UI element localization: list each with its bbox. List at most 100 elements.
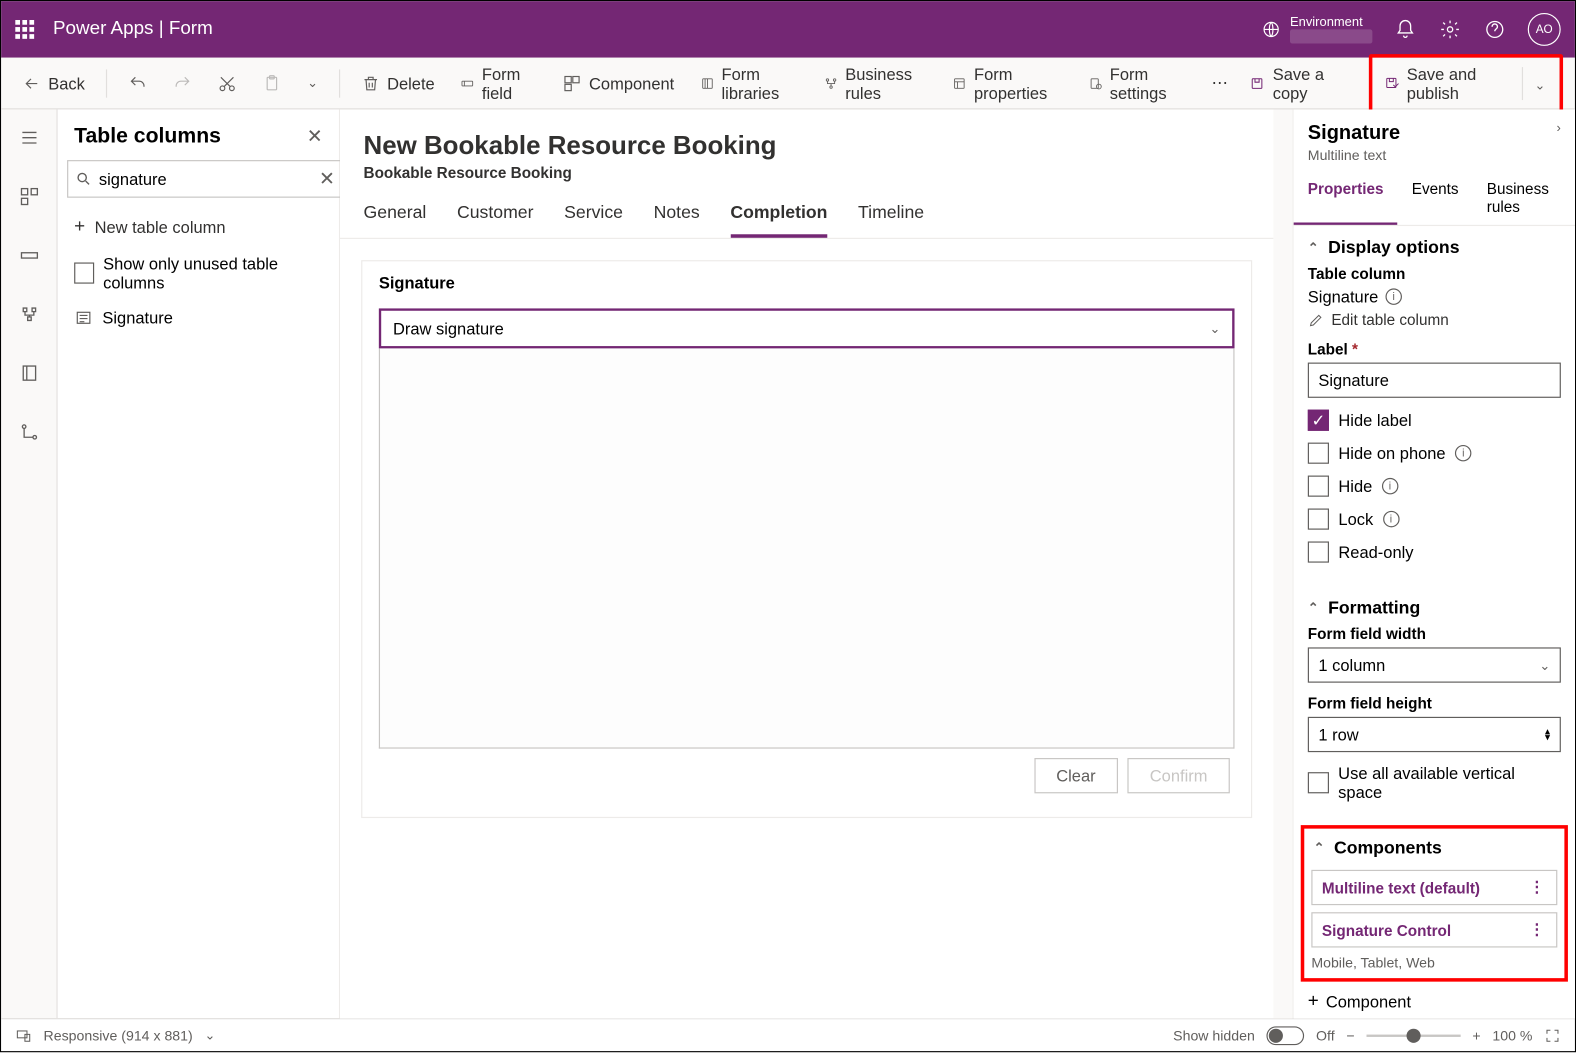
column-item-signature[interactable]: Signature: [67, 299, 329, 337]
hide-label-checkbox[interactable]: ✓Hide label: [1308, 410, 1561, 431]
rail-form-field[interactable]: [10, 237, 48, 275]
form-settings-icon: [1088, 74, 1102, 93]
notifications-icon[interactable]: [1394, 18, 1418, 42]
column-search-input[interactable]: [99, 169, 312, 188]
rail-hamburger[interactable]: [10, 119, 48, 157]
rail-rules[interactable]: [10, 413, 48, 451]
back-button[interactable]: Back: [13, 67, 94, 100]
paste-chevron[interactable]: ⌄: [298, 68, 328, 97]
multiline-text-icon: [74, 308, 93, 327]
signature-field[interactable]: Draw signature ⌄ Clear Confirm: [379, 308, 1235, 800]
prop-subtitle: Multiline text: [1294, 147, 1575, 171]
responsive-label[interactable]: Responsive (914 x 881): [44, 1027, 193, 1043]
tab-timeline[interactable]: Timeline: [858, 202, 924, 237]
signature-canvas[interactable]: [379, 348, 1235, 748]
new-column-label: New table column: [95, 218, 226, 237]
component-signature-control[interactable]: Signature Control ⋮: [1311, 912, 1557, 947]
fit-screen-icon[interactable]: [1544, 1027, 1560, 1043]
business-rules-button[interactable]: Business rules: [814, 57, 936, 109]
form-properties-button[interactable]: Form properties: [943, 57, 1072, 109]
responsive-chevron[interactable]: ⌄: [205, 1028, 216, 1043]
user-avatar[interactable]: AO: [1528, 13, 1561, 46]
zoom-in-button[interactable]: +: [1472, 1027, 1480, 1043]
back-label: Back: [48, 74, 85, 93]
hide-on-phone-checkbox[interactable]: Hide on phonei: [1308, 443, 1561, 464]
save-copy-button[interactable]: Save a copy: [1240, 57, 1362, 109]
component-more-icon[interactable]: ⋮: [1529, 920, 1547, 939]
info-icon[interactable]: i: [1385, 288, 1401, 304]
tab-notes[interactable]: Notes: [654, 202, 700, 237]
app-title: Power Apps | Form: [53, 19, 213, 40]
environment-picker[interactable]: Environment: [1262, 15, 1373, 43]
delete-label: Delete: [387, 74, 435, 93]
prop-tab-events[interactable]: Events: [1397, 171, 1472, 225]
clear-button[interactable]: Clear: [1034, 758, 1118, 793]
show-unused-toggle[interactable]: Show only unused table columns: [67, 247, 329, 299]
prop-tab-business-rules[interactable]: Business rules: [1473, 171, 1575, 225]
rail-components[interactable]: [10, 178, 48, 216]
rail-tree[interactable]: [10, 295, 48, 333]
undo-button[interactable]: [119, 67, 157, 100]
expand-panel-icon[interactable]: ›: [1556, 121, 1560, 135]
hide-checkbox[interactable]: Hidei: [1308, 476, 1561, 497]
save-publish-label: Save and publish: [1407, 64, 1512, 102]
zoom-out-button[interactable]: −: [1346, 1027, 1354, 1043]
components-header[interactable]: ⌃Components: [1311, 833, 1557, 862]
paste-button[interactable]: [253, 67, 291, 100]
field-width-select[interactable]: 1 column⌄: [1308, 647, 1561, 682]
save-publish-icon: [1384, 74, 1400, 93]
clear-search-button[interactable]: ✕: [319, 167, 335, 191]
components-highlight: ⌃Components Multiline text (default) ⋮ S…: [1301, 825, 1568, 982]
close-panel-button[interactable]: ✕: [307, 124, 323, 148]
redo-button[interactable]: [163, 67, 201, 100]
label-input[interactable]: [1308, 363, 1561, 398]
lock-checkbox[interactable]: Locki: [1308, 508, 1561, 529]
read-only-checkbox[interactable]: Read-only: [1308, 541, 1561, 562]
form-field-button[interactable]: Form field: [451, 57, 546, 109]
tab-service[interactable]: Service: [564, 202, 623, 237]
save-copy-icon: [1249, 74, 1265, 93]
delete-button[interactable]: Delete: [352, 67, 444, 100]
tab-completion[interactable]: Completion: [730, 202, 827, 237]
confirm-button[interactable]: Confirm: [1128, 758, 1230, 793]
formatting-header[interactable]: ⌃Formatting: [1308, 598, 1561, 618]
field-height-select[interactable]: 1 row▴▾: [1308, 717, 1561, 752]
command-bar: Back ⌄ Delete Form field Component: [1, 58, 1575, 110]
save-publish-button[interactable]: Save and publish: [1375, 57, 1522, 109]
form-libraries-button[interactable]: Form libraries: [691, 57, 808, 109]
tab-general[interactable]: General: [364, 202, 427, 237]
business-rules-label: Business rules: [845, 64, 926, 102]
edit-table-column-link[interactable]: Edit table column: [1308, 311, 1561, 329]
help-icon[interactable]: [1483, 18, 1507, 42]
info-icon[interactable]: i: [1382, 511, 1398, 527]
add-component-button[interactable]: + Component: [1294, 982, 1575, 1018]
component-multiline[interactable]: Multiline text (default) ⋮: [1311, 870, 1557, 905]
app-launcher-icon[interactable]: [15, 20, 34, 39]
rail-library[interactable]: [10, 354, 48, 392]
signature-section[interactable]: Signature Draw signature ⌄ Clear Confirm: [361, 260, 1252, 818]
chevron-down-icon: ⌄: [1210, 321, 1221, 336]
settings-icon[interactable]: [1438, 18, 1462, 42]
environment-name-redacted: [1290, 29, 1372, 43]
component-button[interactable]: Component: [554, 67, 684, 100]
show-hidden-toggle[interactable]: [1267, 1026, 1305, 1045]
display-options-header[interactable]: ⌃Display options: [1308, 238, 1561, 258]
zoom-slider[interactable]: [1366, 1034, 1460, 1036]
save-publish-chevron[interactable]: ⌄: [1522, 67, 1558, 100]
component-more-icon[interactable]: ⋮: [1529, 878, 1547, 897]
form-settings-button[interactable]: Form settings: [1079, 57, 1195, 109]
info-icon[interactable]: i: [1455, 445, 1471, 461]
new-table-column-button[interactable]: + New table column: [67, 207, 329, 247]
draw-signature-header[interactable]: Draw signature ⌄: [379, 308, 1235, 348]
use-all-space-checkbox[interactable]: Use all available vertical space: [1308, 764, 1561, 802]
component-label: Component: [589, 74, 674, 93]
cut-button[interactable]: [208, 67, 246, 100]
prop-tab-properties[interactable]: Properties: [1294, 171, 1398, 225]
form-subtitle: Bookable Resource Booking: [364, 164, 1250, 182]
label-field-label: Label *: [1308, 340, 1561, 358]
column-search-box[interactable]: ✕: [67, 160, 343, 198]
overflow-button[interactable]: ⋯: [1202, 66, 1240, 100]
info-icon[interactable]: i: [1382, 478, 1398, 494]
form-field-icon: [461, 74, 475, 93]
tab-customer[interactable]: Customer: [457, 202, 534, 237]
